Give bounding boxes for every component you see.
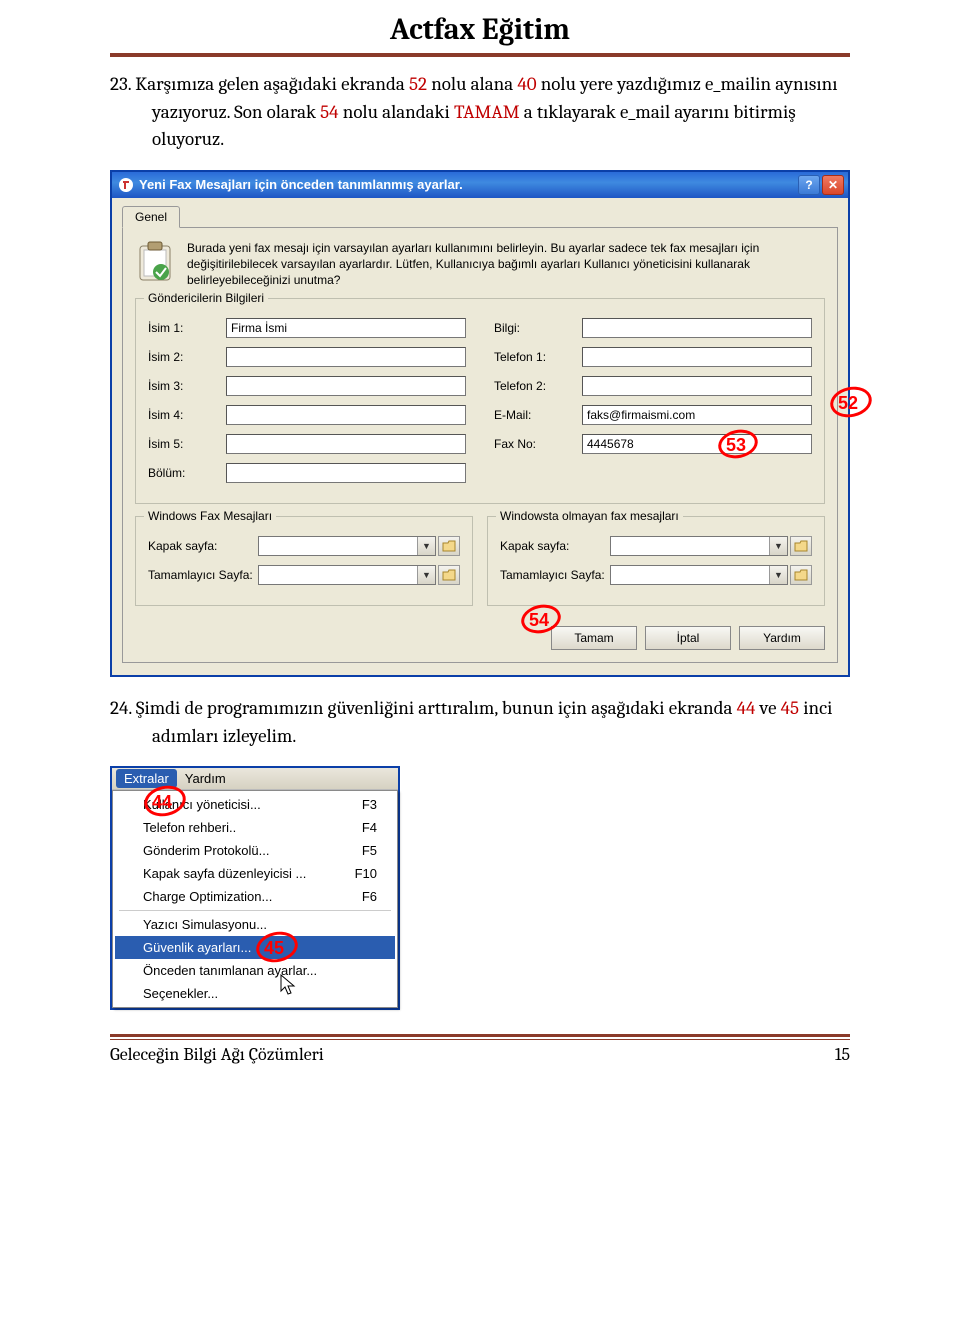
menu-options[interactable]: Seçenekler...: [115, 982, 395, 1005]
label-tel2: Telefon 2:: [494, 379, 582, 393]
dialog-titlebar: Yeni Fax Mesajları için önceden tanımlan…: [112, 172, 848, 198]
input-tel2[interactable]: [582, 376, 812, 396]
app-icon: [118, 177, 134, 193]
label-isim1: İsim 1:: [148, 321, 226, 335]
input-email[interactable]: [582, 405, 812, 425]
menubar-extralar[interactable]: Extralar: [116, 769, 177, 788]
chevron-down-icon[interactable]: ▼: [417, 566, 435, 584]
menu-security-settings[interactable]: Güvenlik ayarları...: [115, 936, 395, 959]
windows-fax-group: Windows Fax Mesajları Kapak sayfa:▼ Tama…: [135, 516, 473, 606]
menu-user-manager[interactable]: Kullanıcı yöneticisi...F3: [115, 793, 395, 816]
label-bilgi: Bilgi:: [494, 321, 582, 335]
label-isim3: İsim 3:: [148, 379, 226, 393]
menu-send-protocol[interactable]: Gönderim Protokolü...F5: [115, 839, 395, 862]
menu-predefined-settings[interactable]: Önceden tanımlanan ayarlar...: [115, 959, 395, 982]
page-title: Actfax Eğitim: [110, 0, 850, 53]
combo-kapak-non[interactable]: ▼: [610, 536, 788, 556]
input-bolum[interactable]: [226, 463, 466, 483]
label-email: E-Mail:: [494, 408, 582, 422]
paragraph-24: 24. Şimdi de programımızın güvenliğini a…: [110, 695, 850, 750]
input-faxno[interactable]: [582, 434, 812, 454]
browse-button[interactable]: [790, 565, 812, 585]
menu-screenshot: Extralar Yardım Kullanıcı yöneticisi...F…: [110, 766, 400, 1010]
menubar-yardim[interactable]: Yardım: [177, 769, 234, 788]
help-button[interactable]: Yardım: [739, 626, 825, 650]
chevron-down-icon[interactable]: ▼: [769, 566, 787, 584]
page-footer: Geleceğin Bilgi Ağı Çözümleri 15: [110, 1034, 850, 1065]
clipboard-icon: [135, 240, 175, 284]
input-isim2[interactable]: [226, 347, 466, 367]
sender-group: Göndericilerin Bilgileri İsim 1: İsim 2:…: [135, 298, 825, 504]
menu-phonebook[interactable]: Telefon rehberi..F4: [115, 816, 395, 839]
dialog-title: Yeni Fax Mesajları için önceden tanımlan…: [139, 177, 796, 192]
settings-dialog: Yeni Fax Mesajları için önceden tanımlan…: [110, 170, 850, 678]
label-tamam-win: Tamamlayıcı Sayfa:: [148, 568, 258, 582]
ok-button[interactable]: Tamam: [551, 626, 637, 650]
menu-separator: [119, 910, 391, 911]
input-isim5[interactable]: [226, 434, 466, 454]
footer-left: Geleceğin Bilgi Ağı Çözümleri: [110, 1044, 324, 1065]
nonwindows-fax-group: Windowsta olmayan fax mesajları Kapak sa…: [487, 516, 825, 606]
combo-kapak-win[interactable]: ▼: [258, 536, 436, 556]
label-kapak-win: Kapak sayfa:: [148, 539, 258, 553]
paragraph-23: 23. Karşımıza gelen aşağıdaki ekranda 52…: [110, 71, 850, 154]
cancel-button[interactable]: İptal: [645, 626, 731, 650]
browse-button[interactable]: [438, 536, 460, 556]
input-tel1[interactable]: [582, 347, 812, 367]
help-icon[interactable]: ?: [798, 175, 820, 195]
dropdown-menu: Kullanıcı yöneticisi...F3 Telefon rehber…: [112, 790, 398, 1008]
footer-pagenum: 15: [835, 1044, 850, 1065]
intro-text: Burada yeni fax mesajı için varsayılan a…: [187, 240, 825, 289]
chevron-down-icon[interactable]: ▼: [769, 537, 787, 555]
label-tamam-non: Tamamlayıcı Sayfa:: [500, 568, 610, 582]
menu-charge-opt[interactable]: Charge Optimization...F6: [115, 885, 395, 908]
label-tel1: Telefon 1:: [494, 350, 582, 364]
menu-printer-sim[interactable]: Yazıcı Simulasyonu...: [115, 913, 395, 936]
input-bilgi[interactable]: [582, 318, 812, 338]
browse-button[interactable]: [438, 565, 460, 585]
input-isim4[interactable]: [226, 405, 466, 425]
label-isim2: İsim 2:: [148, 350, 226, 364]
label-faxno: Fax No:: [494, 437, 582, 451]
combo-tamam-win[interactable]: ▼: [258, 565, 436, 585]
browse-button[interactable]: [790, 536, 812, 556]
annotation-52: 52: [838, 393, 858, 414]
tab-panel: Burada yeni fax mesajı için varsayılan a…: [122, 227, 838, 664]
tab-general[interactable]: Genel: [122, 206, 180, 228]
header-rule: [110, 53, 850, 57]
label-bolum: Bölüm:: [148, 466, 226, 480]
menubar: Extralar Yardım: [112, 768, 398, 790]
input-isim3[interactable]: [226, 376, 466, 396]
combo-tamam-non[interactable]: ▼: [610, 565, 788, 585]
close-icon[interactable]: ✕: [822, 175, 844, 195]
label-isim5: İsim 5:: [148, 437, 226, 451]
chevron-down-icon[interactable]: ▼: [417, 537, 435, 555]
input-isim1[interactable]: [226, 318, 466, 338]
label-isim4: İsim 4:: [148, 408, 226, 422]
menu-cover-editor[interactable]: Kapak sayfa düzenleyicisi ...F10: [115, 862, 395, 885]
label-kapak-non: Kapak sayfa:: [500, 539, 610, 553]
